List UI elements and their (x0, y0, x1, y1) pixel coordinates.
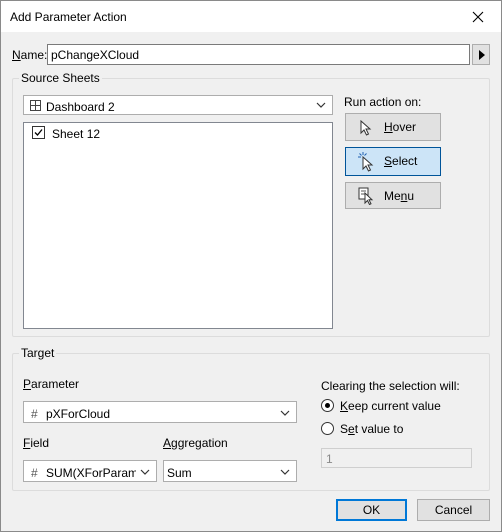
field-select[interactable]: # SUM(XForParam... (23, 460, 157, 482)
dashboard-select-value: Dashboard 2 (46, 100, 115, 114)
hash-icon: # (31, 407, 38, 421)
aggregation-select-value: Sum (167, 466, 192, 480)
ok-button[interactable]: OK (336, 499, 407, 521)
chevron-down-icon (140, 469, 150, 475)
dashboard-icon (30, 100, 41, 111)
parameter-label: Parameter (23, 377, 80, 391)
close-button[interactable] (455, 1, 501, 32)
close-icon (472, 11, 484, 22)
run-action-label: Run action on: (344, 95, 422, 109)
dashboard-select[interactable]: Dashboard 2 (23, 95, 333, 115)
pointer-icon (360, 120, 372, 136)
triangle-right-icon (479, 50, 485, 60)
list-item[interactable]: Sheet 12 (24, 125, 330, 143)
sheet-label: Sheet 12 (52, 127, 101, 141)
hover-button[interactable]: Hover (345, 113, 441, 141)
radio-dot (325, 403, 330, 408)
select-pointer-icon (358, 152, 374, 172)
sheets-list: Sheet 12 (23, 122, 333, 329)
source-sheets-title: Source Sheets (19, 71, 102, 85)
name-input[interactable]: pChangeXCloud (47, 44, 470, 65)
set-value-radio[interactable]: Set value to (321, 421, 481, 437)
keep-label: Keep current value (340, 399, 441, 413)
add-parameter-action-dialog: Add Parameter Action Name: pChangeXCloud… (0, 0, 502, 532)
title-bar: Add Parameter Action (1, 1, 501, 32)
select-label: Select (384, 154, 418, 168)
keep-radio-circle[interactable] (321, 399, 334, 412)
chevron-down-icon (316, 102, 326, 108)
field-label: Field (23, 436, 50, 450)
clearing-label: Clearing the selection will: (321, 379, 460, 393)
name-input-value: pChangeXCloud (51, 48, 140, 62)
target-title: Target (19, 346, 57, 360)
aggregation-label: Aggregation (163, 436, 228, 450)
hover-label: Hover (384, 120, 417, 134)
aggregation-select[interactable]: Sum (163, 460, 297, 482)
hash-icon: # (31, 466, 38, 480)
select-button[interactable]: Select (345, 147, 441, 176)
menu-label: Menu (384, 189, 415, 203)
name-menu-button[interactable] (472, 44, 490, 65)
sheet-checkbox[interactable] (32, 126, 45, 139)
chevron-down-icon (280, 410, 290, 416)
name-label: Name: (12, 48, 48, 62)
field-select-value: SUM(XForParam... (46, 466, 136, 480)
parameter-select[interactable]: # pXForCloud (23, 401, 297, 423)
window-title: Add Parameter Action (10, 10, 127, 24)
cancel-button[interactable]: Cancel (417, 499, 490, 521)
menu-pointer-icon (358, 187, 374, 205)
checkmark-icon (34, 129, 43, 136)
menu-button[interactable]: Menu (345, 182, 441, 209)
set-label: Set value to (340, 422, 404, 436)
parameter-select-value: pXForCloud (46, 407, 111, 421)
set-value-input[interactable]: 1 (321, 448, 472, 468)
set-value-text: 1 (326, 452, 333, 466)
chevron-down-icon (280, 469, 290, 475)
keep-current-radio[interactable]: Keep current value (321, 398, 481, 414)
set-radio-circle[interactable] (321, 422, 334, 435)
